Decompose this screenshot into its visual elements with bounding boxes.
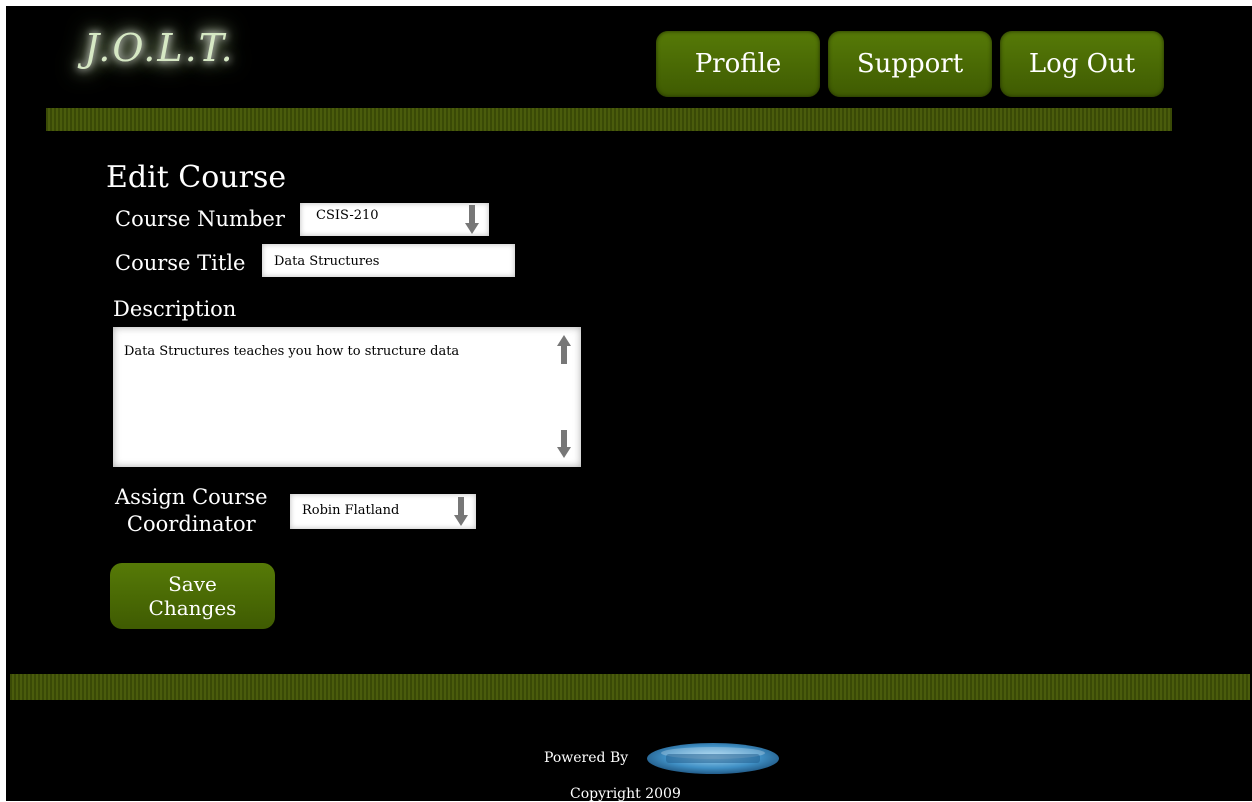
- footer-divider-bar: [10, 674, 1250, 700]
- partner-logo: [646, 742, 780, 775]
- copyright-text: Copyright 2009: [570, 786, 681, 802]
- coordinator-label-line2: Coordinator: [126, 512, 256, 536]
- description-textarea[interactable]: Data Structures teaches you how to struc…: [113, 327, 581, 467]
- course-number-value: CSIS-210: [316, 208, 379, 223]
- save-changes-button[interactable]: Save Changes: [110, 563, 275, 629]
- coordinator-select[interactable]: Robin Flatland: [290, 494, 476, 529]
- chevron-down-icon[interactable]: [454, 497, 468, 527]
- course-title-input[interactable]: Data Structures: [262, 244, 515, 277]
- page-title: Edit Course: [106, 160, 287, 195]
- profile-button[interactable]: Profile: [656, 31, 820, 97]
- description-label: Description: [113, 297, 237, 321]
- course-title-label: Course Title: [115, 251, 246, 275]
- logout-button[interactable]: Log Out: [1000, 31, 1164, 97]
- coordinator-value: Robin Flatland: [302, 503, 400, 518]
- powered-by-text: Powered By: [544, 750, 629, 766]
- course-number-select[interactable]: CSIS-210: [300, 203, 489, 236]
- save-changes-line1: Save: [168, 572, 217, 596]
- coordinator-label: Assign Course Coordinator: [115, 484, 268, 538]
- save-changes-line2: Changes: [148, 596, 237, 620]
- description-text: Data Structures teaches you how to struc…: [124, 344, 460, 359]
- scroll-up-icon[interactable]: [557, 335, 571, 365]
- course-number-label: Course Number: [115, 207, 285, 231]
- jolt-logo[interactable]: J.O.L.T.: [84, 26, 235, 70]
- header-divider-bar: [46, 108, 1172, 131]
- chevron-down-icon[interactable]: [465, 205, 479, 235]
- support-button[interactable]: Support: [828, 31, 992, 97]
- coordinator-label-line1: Assign Course: [115, 485, 268, 509]
- scroll-down-icon[interactable]: [557, 430, 571, 460]
